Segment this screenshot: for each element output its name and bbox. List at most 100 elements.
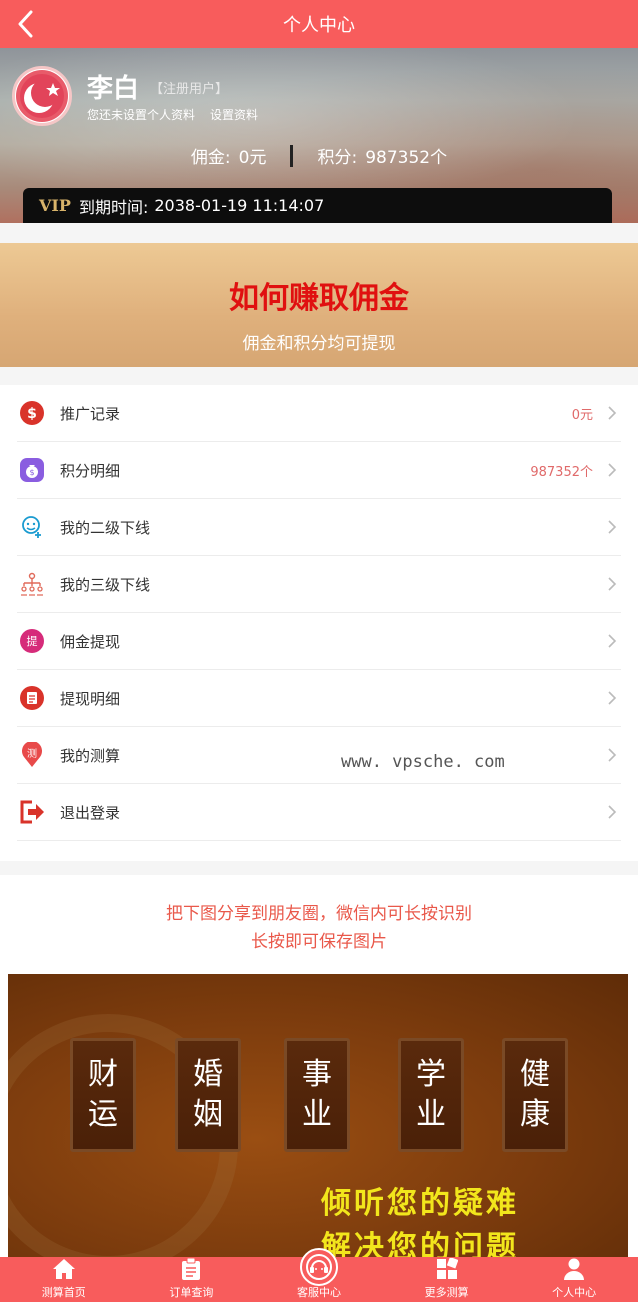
page: 个人中心 李白 【注册用户】 您还未设置个人资料 设置资料 佣金: 0元 积分:… xyxy=(0,0,638,1302)
tab-orders[interactable]: 订单查询 xyxy=(128,1257,256,1302)
commission-label: 佣金: xyxy=(190,148,231,168)
menu-item-label: 我的二级下线 xyxy=(60,518,151,537)
poster-tile: 婚 姻 xyxy=(175,1038,241,1152)
tab-label: 客服中心 xyxy=(296,1286,341,1299)
chevron-right-icon xyxy=(608,691,617,705)
watermark: www. vpsche. com xyxy=(341,752,505,772)
tab-profile[interactable]: 个人中心 xyxy=(510,1257,638,1302)
tab-home[interactable]: 测算首页 xyxy=(0,1257,128,1302)
back-button[interactable] xyxy=(10,8,40,40)
stats-divider xyxy=(290,144,294,167)
chevron-right-icon xyxy=(608,406,617,420)
share-hint-line2: 长按即可保存图片 xyxy=(251,932,387,952)
poster-tile: 学 业 xyxy=(398,1038,464,1152)
menu-list: $ 推广记录 0元 $ 积分明细 987352个 我的二级下线 我的三级下线 提… xyxy=(0,385,638,861)
menu-item-value: 0元 xyxy=(571,407,593,423)
expire-label: 到期时间: xyxy=(78,197,149,217)
tile-char: 运 xyxy=(88,1097,118,1132)
dollar-coin-icon: $ xyxy=(19,400,45,426)
vip-badge: VIP xyxy=(39,196,71,215)
commission-value: 0元 xyxy=(238,148,267,168)
chevron-right-icon xyxy=(608,463,617,477)
tab-label: 更多测算 xyxy=(424,1286,469,1299)
headset-icon xyxy=(300,1248,339,1286)
expire-value: 2038-01-19 11:14:07 xyxy=(154,196,325,215)
stats-row: 佣金: 0元 积分: 987352个 xyxy=(0,143,638,168)
user-name: 李白 xyxy=(87,74,140,104)
menu-item-label: 推广记录 xyxy=(60,404,121,423)
page-title: 个人中心 xyxy=(283,15,355,36)
chevron-right-icon xyxy=(608,577,617,591)
share-hint-line1: 把下图分享到朋友圈，微信内可长按识别 xyxy=(166,904,472,924)
svg-text:$: $ xyxy=(29,468,34,477)
tab-more[interactable]: 更多测算 xyxy=(383,1257,511,1302)
banner-subtitle: 佣金和积分均可提现 xyxy=(242,334,396,354)
chevron-right-icon xyxy=(608,634,617,648)
menu-item-label: 佣金提现 xyxy=(60,632,121,651)
user-type: 【注册用户】 xyxy=(150,82,229,97)
tile-char: 学 xyxy=(416,1057,446,1092)
logout-icon xyxy=(19,799,45,825)
menu-item-second-level[interactable]: 我的二级下线 xyxy=(17,499,621,556)
share-section: 把下图分享到朋友圈，微信内可长按识别 长按即可保存图片 财 运 婚 姻 事 业 … xyxy=(0,875,638,1302)
tile-char: 健 xyxy=(520,1057,550,1092)
clipboard-icon xyxy=(179,1257,203,1281)
user-add-icon xyxy=(19,514,45,540)
svg-text:$: $ xyxy=(27,406,37,422)
location-pin-icon: 测 xyxy=(19,742,45,768)
tile-char: 康 xyxy=(520,1097,550,1132)
menu-item-commission-withdraw[interactable]: 提 佣金提现 xyxy=(17,613,621,670)
chevron-right-icon xyxy=(608,748,617,762)
chevron-right-icon xyxy=(608,520,617,534)
menu-item-withdraw-details[interactable]: 提现明细 xyxy=(17,670,621,727)
bottom-tab-bar: 测算首页 订单查询 客服中心 更多测算 个人中心 xyxy=(0,1248,638,1302)
points-label: 积分: xyxy=(317,148,358,168)
grid-icon xyxy=(435,1257,459,1281)
top-bar: 个人中心 xyxy=(0,0,638,48)
tab-label: 订单查询 xyxy=(169,1286,214,1299)
tile-char: 婚 xyxy=(193,1057,223,1092)
user-icon xyxy=(562,1257,586,1281)
tile-char: 业 xyxy=(416,1097,446,1132)
menu-item-label: 退出登录 xyxy=(60,803,121,822)
menu-item-promotion-records[interactable]: $ 推广记录 0元 xyxy=(17,385,621,442)
menu-item-points-details[interactable]: $ 积分明细 987352个 xyxy=(17,442,621,499)
tab-label: 测算首页 xyxy=(41,1286,86,1299)
banner-title: 如何赚取佣金 xyxy=(229,281,409,316)
money-bag-icon: $ xyxy=(19,457,45,483)
menu-item-logout[interactable]: 退出登录 xyxy=(17,784,621,841)
poster-tile: 事 业 xyxy=(284,1038,350,1152)
menu-item-value: 987352个 xyxy=(530,464,593,480)
tile-char: 事 xyxy=(302,1057,332,1092)
settings-link[interactable]: 设置资料 xyxy=(210,106,258,123)
profile-hint: 您还未设置个人资料 xyxy=(87,108,196,122)
points-value: 987352个 xyxy=(365,148,448,168)
tile-char: 业 xyxy=(302,1097,332,1132)
vip-bar: VIP 到期时间: 2038-01-19 11:14:07 xyxy=(23,188,612,223)
menu-item-label: 积分明细 xyxy=(60,461,121,480)
menu-item-label: 我的测算 xyxy=(60,746,121,765)
tab-label: 个人中心 xyxy=(552,1286,597,1299)
menu-item-my-readings[interactable]: 测 我的测算 xyxy=(17,727,621,784)
list-doc-icon xyxy=(19,685,45,711)
crescent-star-icon xyxy=(16,70,68,122)
menu-item-label: 我的三级下线 xyxy=(60,575,151,594)
poster-tile: 财 运 xyxy=(70,1038,136,1152)
org-tree-icon xyxy=(19,571,45,597)
withdraw-icon: 提 xyxy=(19,628,45,654)
avatar[interactable] xyxy=(12,66,72,126)
menu-item-label: 提现明细 xyxy=(60,689,121,708)
earn-commission-banner[interactable]: 如何赚取佣金 佣金和积分均可提现 xyxy=(0,243,638,367)
tab-customer-service[interactable]: 客服中心 xyxy=(255,1248,383,1302)
chevron-right-icon xyxy=(608,805,617,819)
tile-char: 姻 xyxy=(193,1097,223,1132)
tile-char: 财 xyxy=(88,1057,118,1092)
chevron-left-icon xyxy=(18,10,33,38)
slogan-line: 倾听您的疑难 xyxy=(321,1186,519,1221)
menu-item-third-level[interactable]: 我的三级下线 xyxy=(17,556,621,613)
poster-tile: 健 康 xyxy=(502,1038,568,1152)
svg-text:提: 提 xyxy=(27,635,38,648)
home-icon xyxy=(52,1257,76,1281)
profile-card: 李白 【注册用户】 您还未设置个人资料 设置资料 佣金: 0元 积分: 9873… xyxy=(0,48,638,223)
svg-text:测: 测 xyxy=(27,747,37,760)
